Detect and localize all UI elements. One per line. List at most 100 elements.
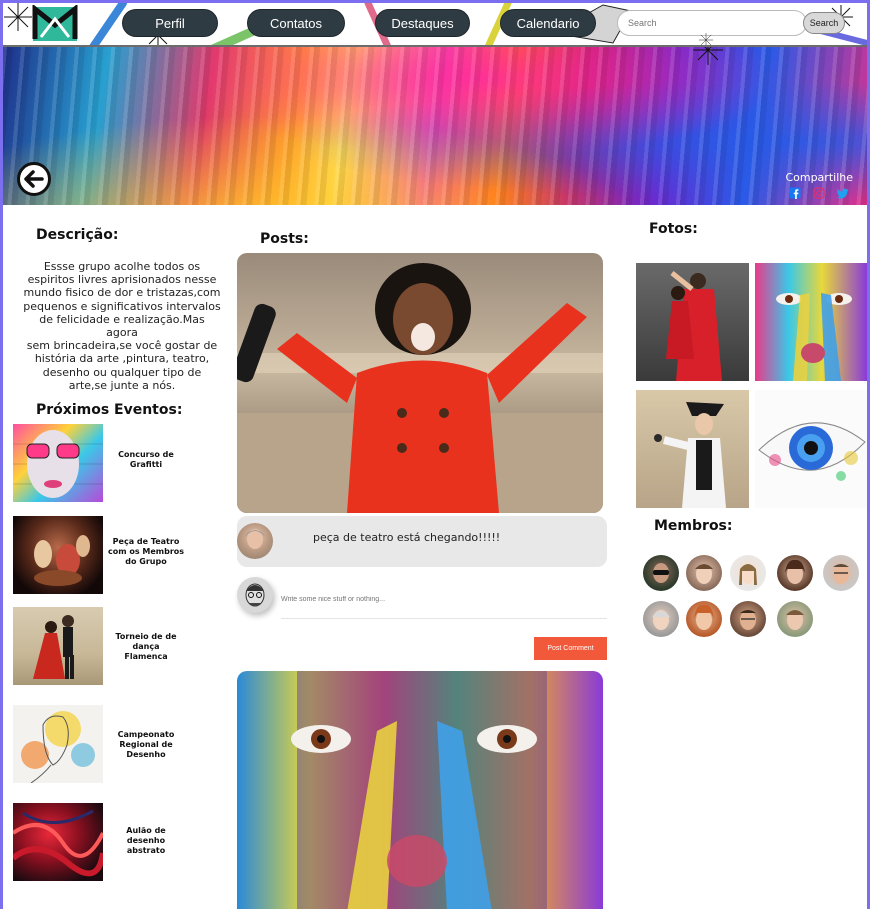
theater-scene-image (34, 535, 90, 586)
avatar-face-image (245, 583, 265, 607)
decorative-sparkle-icon (699, 33, 713, 45)
decorative-sparkle-icon (4, 3, 32, 31)
event-title-abstrato[interactable]: Aulão de desenho abstrato (107, 826, 185, 856)
event-title-desenho[interactable]: Campeonato Regional de Desenho (107, 730, 185, 760)
event-title-line: dança (132, 642, 160, 651)
description-line: mundo fisico de dor e tristazas,com (23, 286, 221, 300)
member-face-image (653, 563, 669, 583)
member-avatar[interactable] (730, 601, 766, 637)
painted-face-thumb-image (776, 293, 852, 381)
nav-contatos-button[interactable]: Contatos (247, 9, 345, 37)
member-avatar[interactable] (823, 555, 859, 591)
event-title-line: Grafitti (129, 460, 163, 469)
event-image-grafitti[interactable] (13, 424, 103, 502)
events-heading: Próximos Eventos: (36, 402, 183, 418)
post-image-celebration[interactable] (237, 253, 603, 513)
member-avatar[interactable] (643, 601, 679, 637)
watercolor-eye-image (758, 422, 866, 481)
member-face-image (740, 610, 756, 630)
photo-eye[interactable] (755, 390, 867, 508)
group-description: Essse grupo acolhe todos os espiritos li… (23, 260, 221, 392)
event-title-teatro[interactable]: Peça de Teatro com os Membros do Grupo (107, 537, 185, 567)
event-title-line: do Grupo (125, 557, 167, 566)
nav-calendario-button[interactable]: Calendario (500, 9, 596, 37)
painted-face-image (291, 671, 547, 909)
description-line: de felicidade e realização.Mas agora (39, 312, 205, 340)
description-line: pequenos e significativos intervalos (23, 299, 221, 313)
graffiti-face-image (13, 430, 103, 498)
event-title-grafitti[interactable]: Concurso de Grafitti (107, 450, 185, 470)
comment-input[interactable] (281, 577, 607, 619)
event-title-flamenca[interactable]: Torneio de de dança Flamenca (107, 632, 185, 662)
facebook-icon[interactable] (789, 187, 801, 199)
member-avatar[interactable] (777, 601, 813, 637)
current-user-avatar[interactable] (237, 577, 273, 613)
member-face-image (786, 610, 804, 630)
member-avatar[interactable] (686, 555, 722, 591)
description-line: desenho ou qualquer tipo de (42, 365, 202, 379)
banner-texture (3, 47, 867, 205)
event-image-flamenca[interactable] (13, 607, 103, 685)
photos-heading: Fotos: (649, 221, 698, 237)
commenter-avatar[interactable] (237, 523, 273, 559)
photo-dancers[interactable] (636, 263, 749, 381)
watercolor-portrait-image (21, 711, 95, 783)
celebrating-woman-image (237, 263, 603, 513)
event-title-line: Torneio de de (115, 632, 177, 641)
member-avatar[interactable] (730, 555, 766, 591)
event-image-teatro[interactable] (13, 516, 103, 594)
event-title-line: Aulão de (126, 826, 166, 835)
post-comment-button[interactable]: Post Comment (534, 637, 607, 660)
event-title-line: Desenho (126, 750, 166, 759)
photo-painted-face[interactable] (755, 263, 867, 381)
member-avatar[interactable] (686, 601, 722, 637)
event-image-abstrato[interactable] (13, 803, 103, 881)
event-title-line: Regional de (119, 740, 173, 749)
event-title-line: Concurso de (118, 450, 174, 459)
page-frame: Perfil Contatos Destaques Calendario Sea… (0, 0, 870, 909)
costume-actor-image (654, 402, 726, 508)
decorative-sparkle-icon (693, 47, 723, 65)
description-line: Essse grupo acolhe todos os (43, 260, 201, 273)
member-face-image (739, 564, 757, 585)
comment-text: peça de teatro está chegando!!!!! (313, 531, 501, 544)
description-line: espiritos livres aprisionados nesse (27, 273, 217, 287)
description-line: história da arte ,pintura, teatro, (34, 352, 210, 366)
members-heading: Membros: (654, 518, 733, 534)
site-logo[interactable] (31, 5, 79, 43)
event-title-line: com os Membros (107, 547, 185, 556)
member-avatar[interactable] (777, 555, 813, 591)
nav-destaques-button[interactable]: Destaques (375, 9, 470, 37)
flamenco-dancers-image (33, 615, 74, 679)
event-title-line: Campeonato (117, 730, 175, 739)
top-navbar: Perfil Contatos Destaques Calendario Sea… (3, 3, 867, 47)
member-avatar[interactable] (643, 555, 679, 591)
search-button[interactable]: Search (803, 12, 845, 34)
avatar-face-image (245, 529, 265, 549)
event-title-line: abstrato (126, 846, 166, 855)
back-button[interactable] (17, 162, 51, 196)
event-title-line: Peça de Teatro (112, 537, 180, 546)
description-line: sem brincadeira,se você gostar de (26, 339, 218, 353)
tango-dancers-image (666, 271, 722, 381)
share-label: Compartilhe (785, 171, 853, 184)
posts-heading: Posts: (260, 231, 309, 247)
event-title-line: desenho (126, 836, 166, 845)
abstract-art-image (13, 809, 103, 877)
post-image-painted-face[interactable] (237, 671, 603, 909)
member-face-image (695, 564, 713, 584)
description-heading: Descrição: (36, 227, 119, 243)
member-face-image (694, 604, 714, 630)
arrow-left-icon (24, 170, 44, 188)
photo-costume[interactable] (636, 390, 749, 508)
cover-banner: Compartilhe (3, 47, 867, 205)
twitter-icon[interactable] (837, 187, 849, 199)
member-face-image (652, 610, 670, 630)
member-face-image (785, 559, 805, 584)
event-image-desenho[interactable] (13, 705, 103, 783)
member-face-image (833, 564, 849, 584)
nav-perfil-button[interactable]: Perfil (122, 9, 218, 37)
instagram-icon[interactable] (813, 187, 825, 199)
description-line: arte,se junte a nós. (68, 378, 176, 392)
event-title-line: Flamenca (124, 652, 168, 661)
